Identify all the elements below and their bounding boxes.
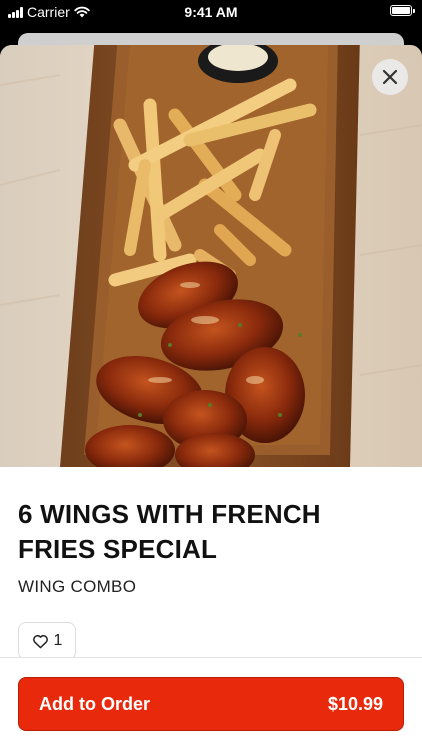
item-info: 6 WINGS WITH FRENCH FRIES SPECIAL WING C… [18,497,404,597]
add-to-order-button[interactable]: Add to Order $10.99 [18,677,404,731]
like-count: 1 [53,632,63,649]
item-category: WING COMBO [18,577,137,596]
status-time: 9:41 AM [184,4,238,20]
order-footer: Add to Order $10.99 [0,657,422,750]
close-icon [382,69,398,85]
battery-icon [390,5,415,16]
status-bar: Carrier 9:41 AM [0,0,422,30]
wings-and-fries-image [0,45,422,467]
item-title: 6 WINGS WITH FRENCH FRIES SPECIAL [18,499,321,564]
order-price: $10.99 [327,693,383,714]
heart-icon [32,634,48,648]
add-to-order-label: Add to Order [39,693,150,714]
item-detail-sheet: 6 WINGS WITH FRENCH FRIES SPECIAL WING C… [0,45,422,750]
item-photo [0,45,422,467]
close-button[interactable] [372,59,408,95]
like-button[interactable]: 1 [18,622,76,660]
